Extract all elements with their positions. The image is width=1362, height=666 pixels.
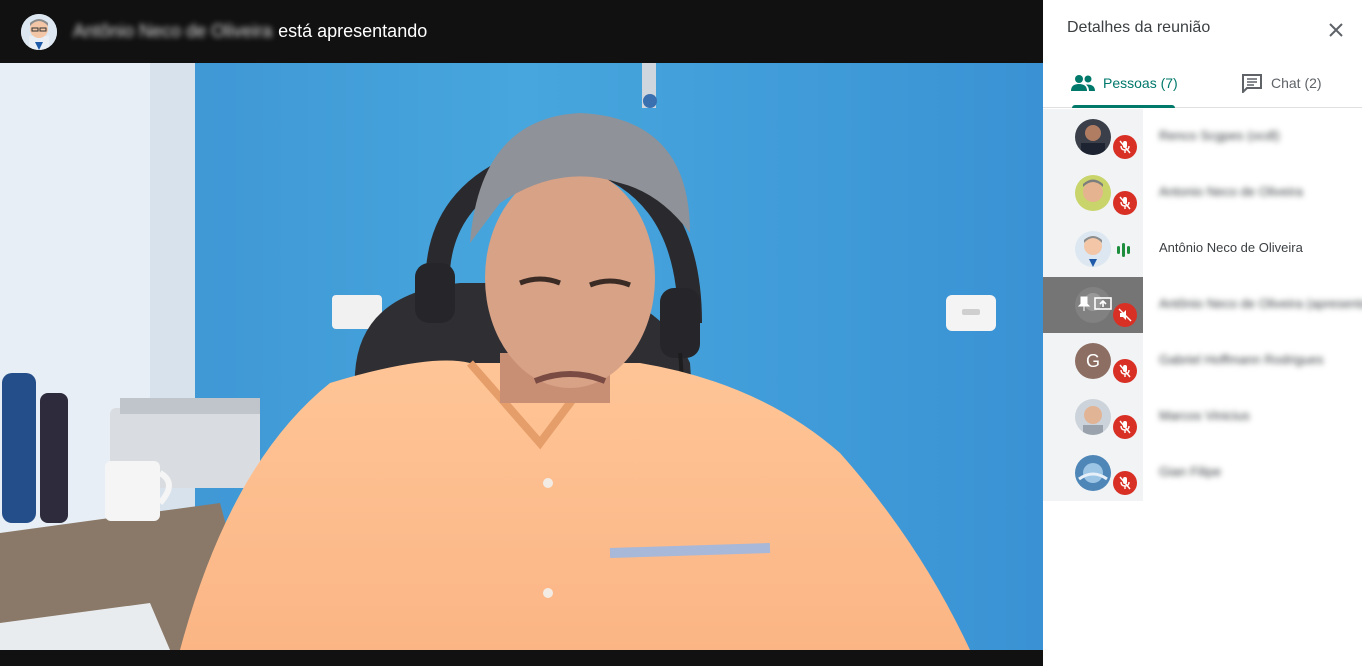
participant-name: Renco Scgpes (ocdl) <box>1159 128 1280 143</box>
avatar <box>1075 119 1111 155</box>
participant-name: Gabriel Hoffmann Rodrigues <box>1159 352 1324 367</box>
avatar: G <box>1075 343 1111 379</box>
active-tab-indicator <box>1072 105 1175 108</box>
participant-name: Antonio Neco de Oliveira <box>1159 184 1303 199</box>
tab-people-label: Pessoas (7) <box>1103 75 1178 91</box>
pin-icon[interactable] <box>1077 296 1091 312</box>
participant-name: Gian Filipe <box>1159 464 1222 479</box>
volume-off-icon <box>1113 303 1137 327</box>
meet-window: Antônio Neco de Oliveira está apresentan… <box>0 0 1362 666</box>
avatar <box>1075 231 1111 267</box>
participant-row[interactable]: Antonio Neco de Oliveira <box>1043 165 1362 221</box>
presenter-bar: Antônio Neco de Oliveira está apresentan… <box>0 0 1043 63</box>
chat-icon <box>1241 73 1263 93</box>
tab-chat-label: Chat (2) <box>1271 75 1322 91</box>
participant-row[interactable]: G Gabriel Hoffmann Rodrigues <box>1043 333 1362 389</box>
mic-off-icon <box>1113 471 1137 495</box>
panel-title: Detalhes da reunião <box>1067 19 1211 36</box>
participant-row[interactable]: Renco Scgpes (ocdl) <box>1043 109 1362 165</box>
participant-name: Antônio Neco de Oliveira <box>1159 240 1303 255</box>
participant-name: Marcos Vinicius <box>1159 408 1250 423</box>
participant-row[interactable]: Marcos Vinicius <box>1043 389 1362 445</box>
mic-off-icon <box>1113 415 1137 439</box>
close-panel-button[interactable] <box>1324 18 1348 42</box>
participant-row[interactable]: Antônio Neco de Oliveira <box>1043 221 1362 277</box>
people-icon <box>1071 74 1095 92</box>
close-icon <box>1329 23 1343 37</box>
mic-off-icon <box>1113 135 1137 159</box>
presentation-video <box>0 63 1043 650</box>
presenter-avatar <box>21 13 57 50</box>
participant-row-presentation[interactable]: Antônio Neco de Oliveira (apresentação) <box>1043 277 1362 333</box>
meeting-details-panel: Detalhes da reunião Pessoas (7) Chat (2)… <box>1043 0 1362 666</box>
mic-off-icon <box>1113 191 1137 215</box>
video-bottom-bar <box>0 650 1043 666</box>
avatar <box>1075 455 1111 491</box>
avatar <box>1075 399 1111 435</box>
panel-header: Detalhes da reunião <box>1043 0 1362 58</box>
tab-people[interactable]: Pessoas (7) <box>1071 58 1178 108</box>
presenting-text: está apresentando <box>278 21 428 41</box>
panel-tabs: Pessoas (7) Chat (2) <box>1043 58 1362 108</box>
speaking-indicator-icon <box>1117 243 1130 257</box>
participant-list: Renco Scgpes (ocdl) Antonio Neco de Oliv… <box>1043 109 1362 501</box>
avatar <box>1075 175 1111 211</box>
tab-chat[interactable]: Chat (2) <box>1241 58 1322 108</box>
presentation-controls <box>1077 296 1112 312</box>
presenter-status: Antônio Neco de Oliveira está apresentan… <box>73 21 427 42</box>
participant-row[interactable]: Gian Filipe <box>1043 445 1362 501</box>
mic-off-icon <box>1113 359 1137 383</box>
participant-name: Antônio Neco de Oliveira (apresentação) <box>1159 296 1362 311</box>
presenter-name: Antônio Neco de Oliveira <box>73 21 273 41</box>
present-screen-icon[interactable] <box>1094 296 1112 312</box>
